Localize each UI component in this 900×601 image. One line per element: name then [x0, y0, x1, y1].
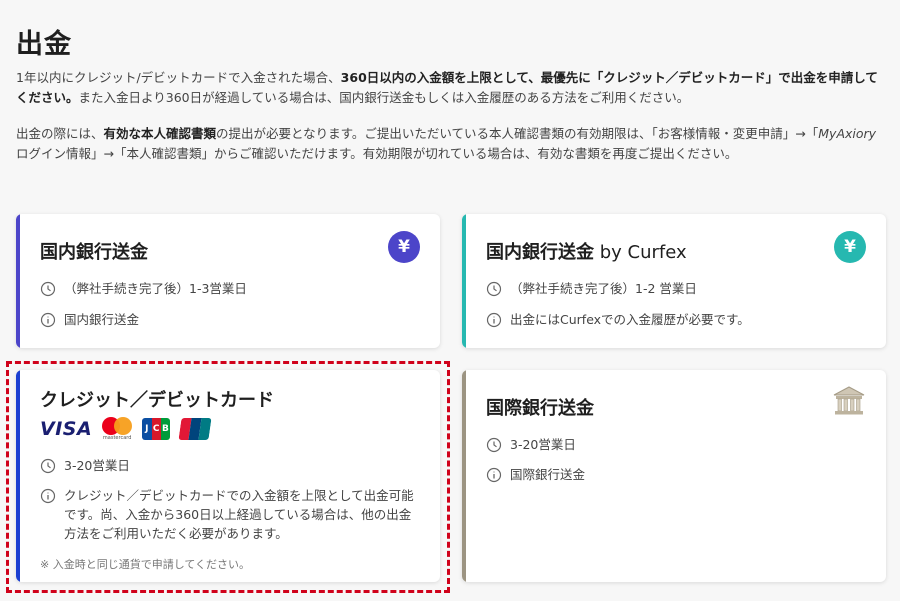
intro-text: また入金日より360日が経過している場合は、国内銀行送金もしくは入金履歴のある方…: [78, 90, 690, 105]
processing-time-text: 3-20営業日: [64, 458, 130, 473]
clock-icon: [40, 458, 56, 474]
intro-text: 1年以内にクレジット/デビットカードで入金された場合、: [16, 70, 341, 85]
intro-text: 出金の際には、: [16, 126, 104, 141]
bank-icon: [833, 386, 865, 415]
card-brand-logos: VISA mastercard JCB: [40, 417, 212, 441]
info-icon: [486, 312, 502, 328]
yen-icon: ¥: [834, 231, 866, 263]
page-title: 出金: [16, 29, 72, 60]
card-title: クレジット／デビットカード: [40, 390, 274, 411]
card-title: 国内銀行送金: [40, 242, 148, 263]
visa-logo: VISA: [40, 418, 93, 440]
card-accent-bar: [16, 370, 20, 582]
card-accent-bar: [462, 214, 466, 348]
clock-icon: [40, 281, 56, 297]
jcb-logo: JCB: [142, 418, 171, 440]
clock-icon: [486, 281, 502, 297]
intro-paragraph-1: 1年以内にクレジット/デビットカードで入金された場合、360日以内の入金額を上限…: [16, 68, 888, 108]
unionpay-logo: [178, 418, 212, 440]
clock-icon: [486, 437, 502, 453]
card-accent-bar: [16, 214, 20, 348]
card-accent-bar: [462, 370, 466, 582]
mastercard-logo: mastercard: [102, 417, 133, 441]
method-info: 国際銀行送金: [486, 465, 585, 484]
withdraw-option-domestic-bank[interactable]: 国内銀行送金 ¥ （弊社手続き完了後）1-3営業日 国内銀行送金: [16, 214, 440, 348]
withdraw-option-credit-debit-card[interactable]: クレジット／デビットカード VISA mastercard JCB 3-20営業…: [16, 370, 440, 582]
currency-note: ※ 入金時と同じ通貨で申請してください。: [40, 558, 251, 571]
processing-time-text: （弊社手続き完了後）1-2 営業日: [510, 281, 697, 296]
method-info-text: 国内銀行送金: [64, 312, 140, 327]
intro-paragraph-2: 出金の際には、有効な本人確認書類の提出が必要となります。ご提出いただいている本人…: [16, 124, 888, 164]
info-icon: [486, 467, 502, 483]
card-title: 国際銀行送金: [486, 398, 594, 419]
intro-text: ログイン情報」→「本人確認書類」からご確認いただけます。有効期限が切れている場合…: [16, 146, 738, 161]
intro-text: の提出が必要となります。ご提出いただいている本人確認書類の有効期限は、「お客様情…: [216, 126, 819, 141]
method-info: 国内銀行送金: [40, 310, 139, 329]
yen-icon: ¥: [388, 231, 420, 263]
processing-time: 3-20営業日: [486, 435, 576, 454]
withdraw-option-international-bank[interactable]: 国際銀行送金 3-20営業日 国際銀行送金: [462, 370, 886, 582]
method-info: 出金にはCurfexでの入金履歴が必要です。: [486, 310, 750, 329]
info-icon: [40, 312, 56, 328]
method-info: クレジット／デビットカードでの入金額を上限として出金可能です。尚、入金から360…: [40, 486, 420, 543]
card-title-main: 国内銀行送金: [486, 242, 594, 263]
processing-time-text: 3-20営業日: [510, 437, 576, 452]
intro-emphasis: 有効な本人確認書類: [103, 126, 217, 141]
method-info-text: 出金にはCurfexでの入金履歴が必要です。: [510, 312, 750, 327]
myaxiory-text: MyAxiory: [818, 126, 877, 141]
withdraw-option-domestic-bank-curfex[interactable]: 国内銀行送金 by Curfex ¥ （弊社手続き完了後）1-2 営業日 出金に…: [462, 214, 886, 348]
method-info-text: 国際銀行送金: [510, 467, 586, 482]
processing-time-text: （弊社手続き完了後）1-3営業日: [64, 281, 247, 296]
mastercard-logo-text: mastercard: [102, 435, 132, 441]
processing-time: （弊社手続き完了後）1-3営業日: [40, 279, 247, 298]
card-title: 国内銀行送金 by Curfex: [486, 238, 687, 264]
processing-time: （弊社手続き完了後）1-2 営業日: [486, 279, 697, 298]
info-icon: [40, 488, 56, 504]
method-info-text: クレジット／デビットカードでの入金額を上限として出金可能です。尚、入金から360…: [64, 488, 414, 541]
processing-time: 3-20営業日: [40, 456, 130, 475]
card-title-sub: by Curfex: [594, 242, 687, 263]
